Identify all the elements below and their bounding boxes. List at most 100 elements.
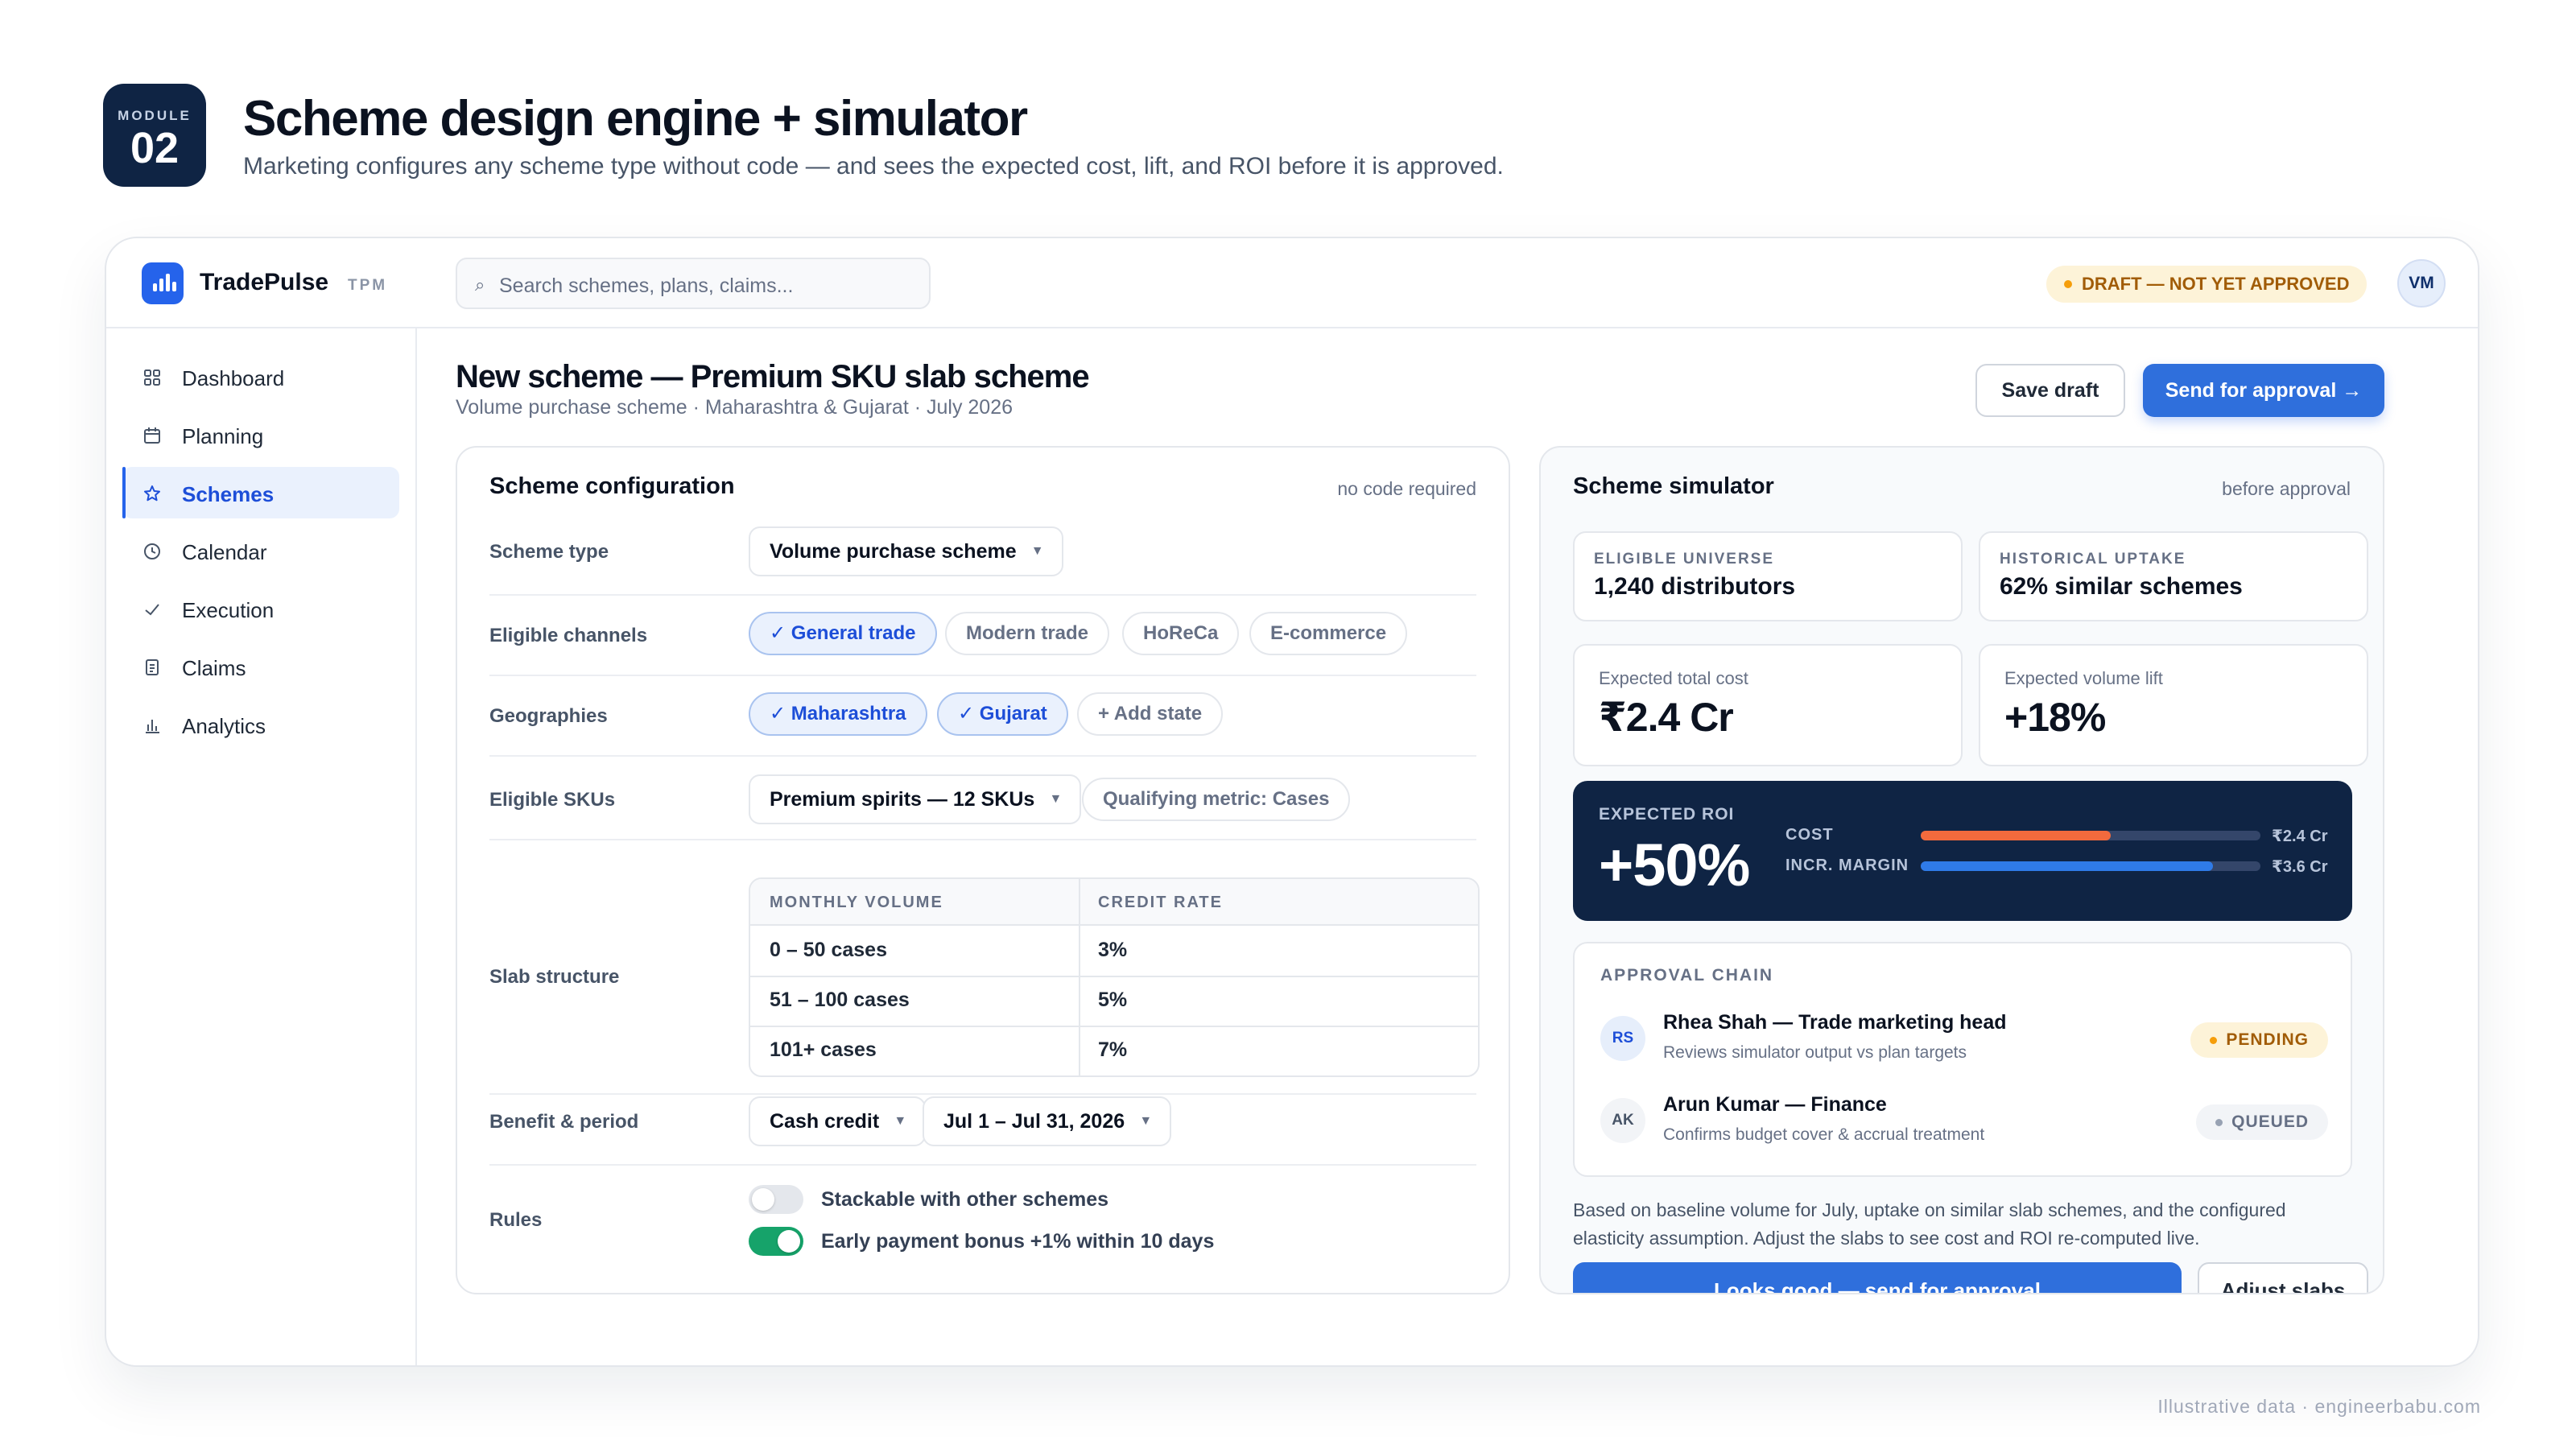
roi-label: EXPECTED ROI bbox=[1599, 805, 1735, 824]
search-icon: ⌕ bbox=[475, 275, 485, 295]
status-badge: PENDING bbox=[2190, 1022, 2328, 1058]
sidebar-item-label: Planning bbox=[182, 424, 264, 448]
scheme-type-select[interactable]: Volume purchase scheme ▼ bbox=[749, 526, 1063, 576]
sidebar-item-schemes[interactable]: Schemes bbox=[122, 467, 399, 518]
app-window: TradePulse TPM ⌕ Search schemes, plans, … bbox=[105, 237, 2479, 1367]
sidebar-item-calendar[interactable]: Calendar bbox=[122, 525, 399, 576]
calendar-icon bbox=[144, 427, 160, 444]
eligible-universe-value: 1,240 distributors bbox=[1594, 573, 1796, 600]
bar-chart-icon bbox=[146, 720, 159, 733]
slab-row-divider bbox=[750, 1026, 1478, 1027]
grid-icon bbox=[144, 369, 160, 386]
user-avatar[interactable]: VM bbox=[2397, 259, 2446, 308]
skus-select[interactable]: Premium spirits — 12 SKUs ▼ bbox=[749, 774, 1082, 824]
search-placeholder: Search schemes, plans, claims... bbox=[499, 275, 794, 297]
channel-chip-horeca[interactable]: HoReCa bbox=[1122, 612, 1240, 655]
benefit-value: Cash credit bbox=[770, 1110, 880, 1133]
send-for-approval-button[interactable]: Send for approval → bbox=[2143, 364, 2384, 417]
sidebar-item-dashboard[interactable]: Dashboard bbox=[122, 351, 399, 402]
sidebar-item-planning[interactable]: Planning bbox=[122, 409, 399, 460]
expected-cost-label: Expected total cost bbox=[1599, 668, 1748, 688]
brand-tag: TPM bbox=[348, 277, 388, 294]
historical-uptake-label: HISTORICAL UPTAKE bbox=[2000, 551, 2186, 568]
cost-bar-label: COST bbox=[1785, 826, 1834, 844]
status-badge: DRAFT — NOT YET APPROVED bbox=[2046, 266, 2368, 303]
slab-column-divider bbox=[1079, 879, 1080, 1075]
geo-chip-maharashtra[interactable]: ✓ Maharashtra bbox=[749, 692, 927, 736]
skus-value: Premium spirits — 12 SKUs bbox=[770, 788, 1035, 811]
document-icon bbox=[146, 659, 159, 675]
channel-chip-general-trade[interactable]: ✓ General trade bbox=[749, 612, 937, 655]
status-dot-icon bbox=[2210, 1037, 2218, 1044]
slab-volume-cell[interactable]: 51 – 100 cases bbox=[770, 989, 910, 1012]
clock-icon bbox=[144, 543, 160, 559]
early-payment-toggle[interactable] bbox=[749, 1227, 803, 1256]
chevron-down-icon: ▼ bbox=[1030, 544, 1044, 558]
chevron-down-icon: ▼ bbox=[1049, 792, 1063, 806]
eligible-universe-card: ELIGIBLE UNIVERSE 1,240 distributors bbox=[1573, 531, 1963, 621]
sidebar-item-execution[interactable]: Execution bbox=[122, 583, 399, 634]
divider bbox=[489, 1164, 1476, 1166]
slab-volume-cell[interactable]: 101+ cases bbox=[770, 1038, 877, 1062]
approver-status: QUEUED bbox=[2231, 1113, 2309, 1131]
qualifying-metric-chip[interactable]: Qualifying metric: Cases bbox=[1082, 778, 1351, 821]
add-state-button[interactable]: + Add state bbox=[1077, 692, 1224, 736]
save-draft-button[interactable]: Save draft bbox=[1975, 364, 2125, 417]
module-badge: MODULE 02 bbox=[103, 84, 206, 187]
scheme-configuration-panel: Scheme configuration no code required Sc… bbox=[456, 446, 1510, 1294]
divider bbox=[489, 675, 1476, 676]
geographies-label: Geographies bbox=[489, 705, 608, 727]
stackable-toggle[interactable] bbox=[749, 1185, 803, 1214]
cost-bar-fill bbox=[1921, 831, 2112, 840]
approver-name: Arun Kumar — Finance bbox=[1663, 1093, 1887, 1116]
approval-chain-card: APPROVAL CHAIN RS Rhea Shah — Trade mark… bbox=[1573, 942, 2352, 1177]
eligible-universe-label: ELIGIBLE UNIVERSE bbox=[1594, 551, 1775, 568]
approver-status: PENDING bbox=[2226, 1030, 2309, 1049]
star-icon bbox=[144, 485, 160, 502]
slab-rate-cell[interactable]: 7% bbox=[1098, 1038, 1127, 1062]
sidebar-item-claims[interactable]: Claims bbox=[122, 641, 399, 692]
toggle-knob bbox=[752, 1188, 774, 1211]
sidebar-item-label: Execution bbox=[182, 598, 275, 622]
search-input[interactable]: ⌕ Search schemes, plans, claims... bbox=[456, 258, 931, 309]
module-number: 02 bbox=[130, 124, 180, 172]
approver-avatar: AK bbox=[1600, 1098, 1645, 1143]
brand-name: TradePulse bbox=[200, 269, 329, 295]
sidebar: Dashboard Planning Schemes Calendar Exec… bbox=[106, 328, 417, 1365]
sidebar-item-analytics[interactable]: Analytics bbox=[122, 699, 399, 750]
roi-value: +50% bbox=[1599, 832, 1750, 898]
benefit-select[interactable]: Cash credit ▼ bbox=[749, 1096, 927, 1146]
period-select[interactable]: Jul 1 – Jul 31, 2026 ▼ bbox=[923, 1096, 1172, 1146]
approver-name: Rhea Shah — Trade marketing head bbox=[1663, 1011, 2007, 1034]
adjust-slabs-button[interactable]: Adjust slabs bbox=[2198, 1262, 2368, 1293]
expected-roi-card: EXPECTED ROI +50% COST ₹2.4 Cr INCR. MAR… bbox=[1573, 781, 2352, 921]
skus-label: Eligible SKUs bbox=[489, 789, 616, 811]
module-label: MODULE bbox=[118, 108, 192, 123]
slab-header-rate: CREDIT RATE bbox=[1098, 894, 1223, 911]
expected-cost-value: ₹2.4 Cr bbox=[1599, 695, 1734, 740]
slab-table: MONTHLY VOLUME CREDIT RATE 0 – 50 cases … bbox=[749, 877, 1480, 1077]
looks-good-button[interactable]: Looks good — send for approval bbox=[1573, 1262, 2182, 1293]
chevron-down-icon: ▼ bbox=[894, 1114, 907, 1128]
channel-chip-modern-trade[interactable]: Modern trade bbox=[945, 612, 1110, 655]
early-payment-rule-label: Early payment bonus +1% within 10 days bbox=[821, 1230, 1215, 1253]
historical-uptake-card: HISTORICAL UPTAKE 62% similar schemes bbox=[1979, 531, 2368, 621]
volume-lift-card: Expected volume lift +18% bbox=[1979, 644, 2368, 766]
stackable-rule-label: Stackable with other schemes bbox=[821, 1188, 1109, 1211]
simulator-meta: before approval bbox=[2222, 478, 2351, 499]
status-dot-icon bbox=[2064, 280, 2072, 288]
divider bbox=[489, 839, 1476, 840]
geo-chip-gujarat[interactable]: ✓ Gujarat bbox=[937, 692, 1068, 736]
cost-bar-track bbox=[1921, 831, 2260, 840]
approver-row: RS Rhea Shah — Trade marketing head Revi… bbox=[1600, 1008, 2328, 1072]
slab-rate-cell[interactable]: 5% bbox=[1098, 989, 1127, 1012]
top-bar: TradePulse TPM ⌕ Search schemes, plans, … bbox=[106, 238, 2478, 328]
scheme-type-value: Volume purchase scheme bbox=[770, 540, 1017, 563]
slab-volume-cell[interactable]: 0 – 50 cases bbox=[770, 939, 887, 962]
channel-chip-ecommerce[interactable]: E-commerce bbox=[1249, 612, 1408, 655]
config-meta: no code required bbox=[1337, 478, 1476, 499]
historical-uptake-value: 62% similar schemes bbox=[2000, 573, 2243, 600]
margin-bar-value: ₹3.6 Cr bbox=[2272, 858, 2328, 876]
channels-label: Eligible channels bbox=[489, 625, 648, 646]
slab-rate-cell[interactable]: 3% bbox=[1098, 939, 1127, 962]
